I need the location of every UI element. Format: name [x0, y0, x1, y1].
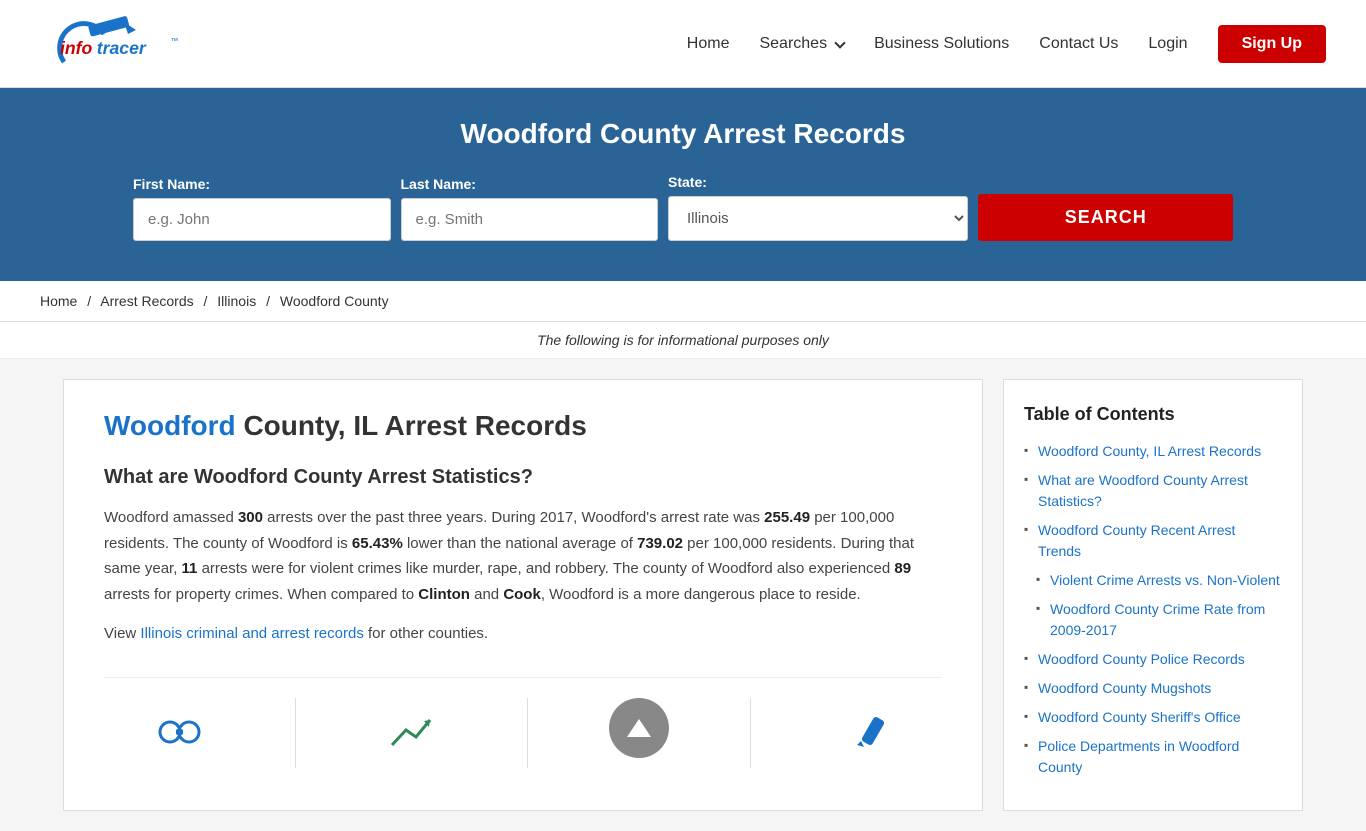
stat-property: 89 — [894, 560, 911, 577]
svg-text:info: info — [60, 38, 92, 58]
nav-business-solutions[interactable]: Business Solutions — [874, 35, 1009, 53]
divider-1 — [295, 698, 296, 768]
info-bar-text: The following is for informational purpo… — [537, 332, 829, 348]
stat-arrests: 300 — [238, 509, 263, 526]
icon-trend — [377, 698, 447, 768]
divider-2 — [527, 698, 528, 768]
section1-title: What are Woodford County Arrest Statisti… — [104, 466, 942, 489]
toc-item: Woodford County Police Records — [1024, 649, 1282, 670]
search-button[interactable]: SEARCH — [978, 194, 1233, 241]
state-label: State: — [668, 174, 968, 190]
lastname-group: Last Name: — [401, 176, 659, 241]
view-link-text: View — [104, 625, 140, 642]
toc-link[interactable]: What are Woodford County Arrest Statisti… — [1038, 472, 1248, 509]
toc-item: Woodford County Sheriff's Office — [1024, 707, 1282, 728]
icon-scroll-top[interactable] — [609, 698, 669, 768]
firstname-input[interactable] — [133, 198, 391, 241]
scroll-top-button[interactable] — [609, 698, 669, 758]
main-content: Woodford County, IL Arrest Records What … — [43, 379, 1323, 811]
breadcrumb-sep-2: / — [204, 293, 208, 309]
header: info tracer ™ Home Searches Business Sol… — [0, 0, 1366, 88]
sidebar: Table of Contents Woodford County, IL Ar… — [1003, 379, 1303, 811]
lastname-input[interactable] — [401, 198, 659, 241]
pen-icon — [839, 705, 894, 760]
toc-link[interactable]: Woodford County, IL Arrest Records — [1038, 443, 1261, 459]
view-link-paragraph: View Illinois criminal and arrest record… — [104, 621, 942, 647]
icon-handcuffs — [144, 698, 214, 768]
toc-item: Violent Crime Arrests vs. Non-Violent — [1024, 570, 1282, 591]
view-link-suffix: for other counties. — [364, 625, 488, 642]
hero-section: Woodford County Arrest Records First Nam… — [0, 88, 1366, 281]
stat-clinton: Clinton — [418, 586, 470, 603]
toc-link[interactable]: Woodford County Mugshots — [1038, 680, 1211, 696]
login-button[interactable]: Login — [1148, 35, 1187, 53]
toc-link[interactable]: Police Departments in Woodford County — [1038, 738, 1239, 775]
firstname-group: First Name: — [133, 176, 391, 241]
main-nav: Home Searches Business Solutions Contact… — [687, 25, 1326, 63]
icon-pen — [832, 698, 902, 768]
svg-text:™: ™ — [170, 36, 178, 45]
trend-icon — [384, 705, 439, 760]
toc-title: Table of Contents — [1024, 404, 1282, 425]
toc-item: What are Woodford County Arrest Statisti… — [1024, 470, 1282, 512]
nav-contact-us[interactable]: Contact Us — [1039, 35, 1118, 53]
title-rest: County, IL Arrest Records — [236, 410, 587, 441]
toc-link[interactable]: Woodford County Recent Arrest Trends — [1038, 522, 1235, 559]
firstname-label: First Name: — [133, 176, 391, 192]
chevron-down-icon — [834, 37, 845, 48]
toc-item: Woodford County, IL Arrest Records — [1024, 441, 1282, 462]
breadcrumb: Home / Arrest Records / Illinois / Woodf… — [0, 281, 1366, 322]
handcuffs-icon — [152, 705, 207, 760]
search-form: First Name: Last Name: State: AlabamaAla… — [133, 174, 1233, 241]
breadcrumb-sep-3: / — [266, 293, 270, 309]
content-title: Woodford County, IL Arrest Records — [104, 410, 942, 442]
content-paragraph: Woodford amassed 300 arrests over the pa… — [104, 505, 942, 607]
handcuffs-icon-circle — [144, 698, 214, 768]
svg-text:tracer: tracer — [97, 38, 147, 58]
stat-national: 739.02 — [637, 535, 683, 552]
toc-item: Woodford County Crime Rate from 2009-201… — [1024, 599, 1282, 641]
nav-home[interactable]: Home — [687, 35, 730, 53]
breadcrumb-illinois[interactable]: Illinois — [217, 293, 256, 309]
stat-cook: Cook — [503, 586, 541, 603]
arrow-up-icon — [627, 719, 651, 737]
signup-button[interactable]: Sign Up — [1218, 25, 1326, 63]
breadcrumb-arrest-records[interactable]: Arrest Records — [100, 293, 193, 309]
title-highlight: Woodford — [104, 410, 236, 441]
toc-item: Woodford County Mugshots — [1024, 678, 1282, 699]
toc-item: Police Departments in Woodford County — [1024, 736, 1282, 778]
logo[interactable]: info tracer ™ — [40, 14, 200, 74]
divider-3 — [750, 698, 751, 768]
toc-link[interactable]: Woodford County Sheriff's Office — [1038, 709, 1241, 725]
trend-icon-circle — [377, 698, 447, 768]
breadcrumb-home[interactable]: Home — [40, 293, 77, 309]
toc-link[interactable]: Woodford County Crime Rate from 2009-201… — [1050, 601, 1265, 638]
toc-link[interactable]: Violent Crime Arrests vs. Non-Violent — [1050, 572, 1280, 588]
toc-list: Woodford County, IL Arrest Records What a… — [1024, 441, 1282, 778]
breadcrumb-sep-1: / — [87, 293, 91, 309]
icon-row — [104, 677, 942, 768]
stat-lower: 65.43% — [352, 535, 403, 552]
illinois-records-link[interactable]: Illinois criminal and arrest records — [140, 625, 363, 642]
state-group: State: AlabamaAlaskaArizonaArkansasCalif… — [668, 174, 968, 241]
pen-icon-circle — [832, 698, 902, 768]
lastname-label: Last Name: — [401, 176, 659, 192]
toc-item: Woodford County Recent Arrest Trends — [1024, 520, 1282, 562]
stat-violent: 11 — [182, 560, 198, 577]
breadcrumb-county: Woodford County — [280, 293, 389, 309]
stat-rate: 255.49 — [764, 509, 810, 526]
content-area: Woodford County, IL Arrest Records What … — [63, 379, 983, 811]
hero-title: Woodford County Arrest Records — [40, 118, 1326, 150]
toc-link[interactable]: Woodford County Police Records — [1038, 651, 1245, 667]
state-select[interactable]: AlabamaAlaskaArizonaArkansasCaliforniaCo… — [668, 196, 968, 241]
nav-searches[interactable]: Searches — [759, 35, 844, 53]
info-bar: The following is for informational purpo… — [0, 322, 1366, 359]
